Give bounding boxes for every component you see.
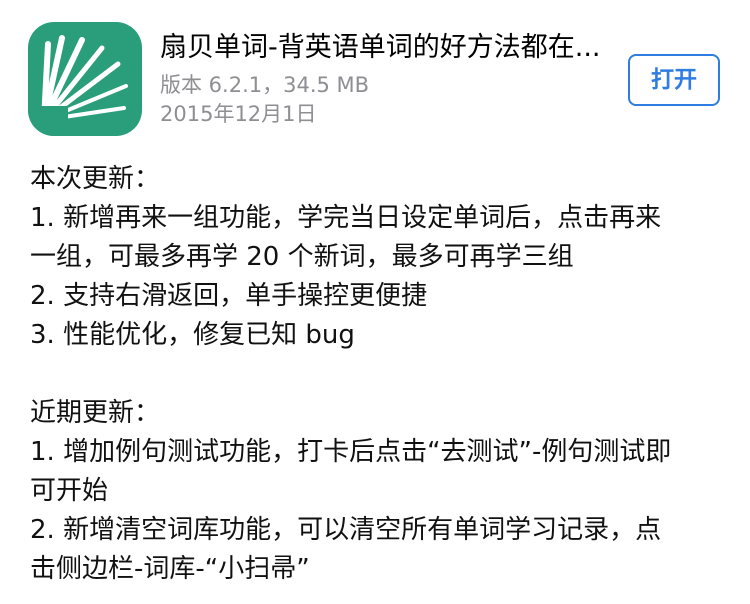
app-header: 扇贝单词-背英语单词的好方法都在... 版本 6.2.1，34.5 MB 201… — [0, 0, 750, 150]
current-update-line: 一组，可最多再学 20 个新词，最多可再学三组 — [30, 242, 574, 272]
current-update-line: 1. 新增再来一组功能，学完当日设定单词后，点击再来 — [30, 203, 662, 233]
recent-update-line: 1. 增加例句测试功能，打卡后点击“去测试”-例句测试即 — [30, 437, 672, 467]
section-divider — [30, 355, 720, 394]
recent-update-line: 可开始 — [30, 476, 109, 506]
recent-update-line: 2. 新增清空词库功能，可以清空所有单词学习记录，点 — [30, 515, 662, 545]
app-release-date: 2015年12月1日 — [160, 102, 317, 126]
app-version-size: 版本 6.2.1，34.5 MB — [160, 73, 370, 97]
current-update-line: 2. 支持右滑返回，单手操控更便捷 — [30, 281, 428, 311]
current-update-line: 3. 性能优化，修复已知 bug — [30, 320, 355, 350]
shanbay-logo-graphic — [28, 22, 142, 136]
app-title: 扇贝单词-背英语单词的好方法都在... — [160, 32, 601, 63]
shanbay-app-icon[interactable] — [28, 22, 142, 136]
recent-update-line: 击侧边栏-词库-“小扫帚” — [30, 554, 310, 584]
open-button[interactable]: 打开 — [628, 54, 720, 106]
recent-update-heading: 近期更新： — [30, 398, 161, 428]
current-update-heading: 本次更新： — [30, 164, 161, 194]
release-notes: 本次更新： 1. 新增再来一组功能，学完当日设定单词后，点击再来 一组，可最多再… — [30, 160, 720, 589]
